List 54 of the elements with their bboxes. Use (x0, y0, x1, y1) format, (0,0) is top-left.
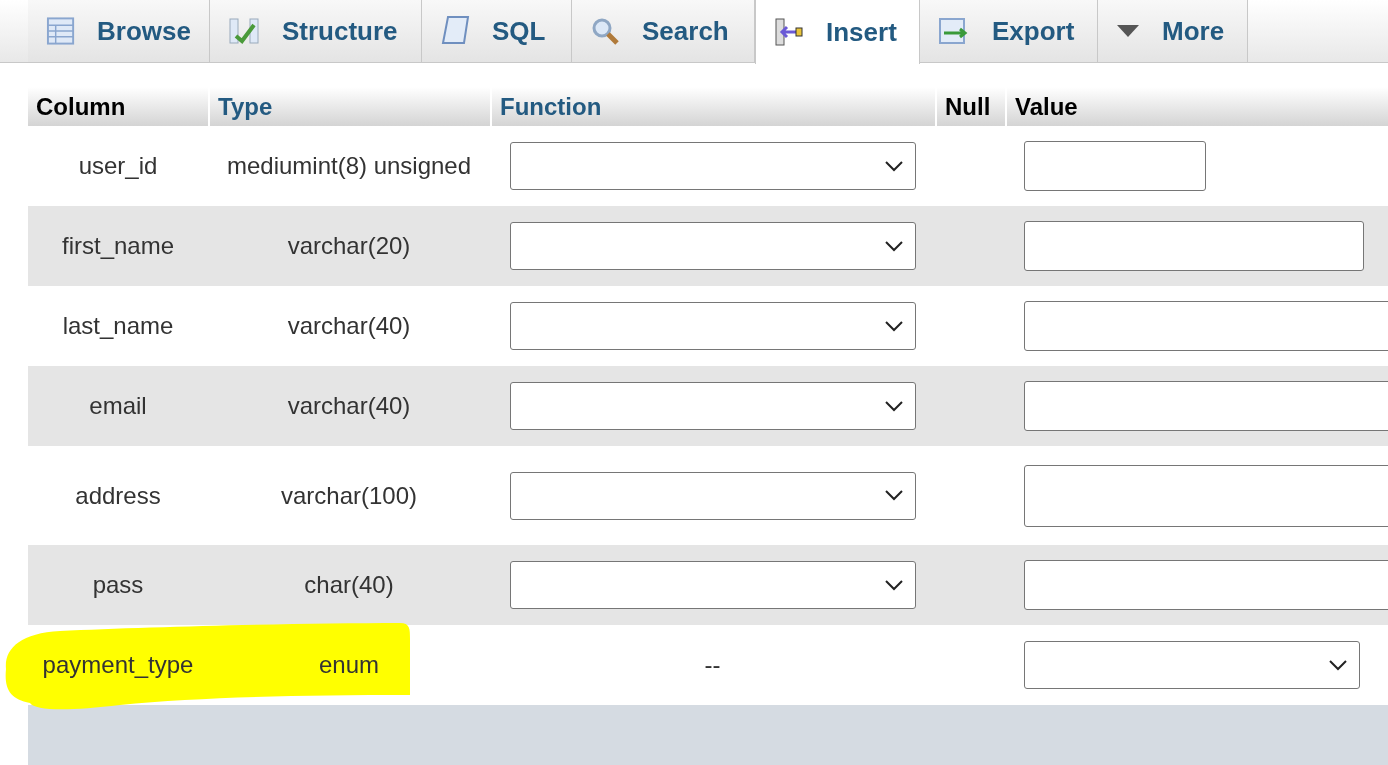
column-name: last_name (62, 312, 174, 340)
chevron-down-icon (885, 490, 903, 501)
table-icon (46, 16, 76, 46)
column-name: user_id (78, 152, 158, 180)
scroll-icon (440, 15, 470, 47)
column-name: pass (92, 571, 144, 599)
tab[interactable]: SQL (422, 0, 572, 63)
function-select[interactable] (510, 471, 916, 520)
chevron-down-icon (885, 240, 903, 252)
structure-icon (228, 16, 260, 46)
chevron-down-icon (885, 320, 903, 332)
column-name: first_name (61, 232, 174, 260)
function-select[interactable] (510, 222, 916, 270)
triangle-down-icon (1116, 24, 1140, 38)
chevron-down-icon (885, 400, 903, 412)
export-icon (938, 16, 970, 46)
column-type: varchar(100) (280, 481, 418, 510)
function-select[interactable] (510, 302, 916, 350)
chevron-down-icon (1329, 659, 1347, 671)
function-select[interactable] (510, 142, 916, 190)
value-input[interactable] (1024, 141, 1206, 191)
tab[interactable]: Search (572, 0, 755, 63)
tab[interactable]: Export (920, 0, 1098, 63)
column-name: address (75, 481, 161, 510)
value-input[interactable] (1024, 560, 1388, 610)
column-header: Column (36, 92, 126, 121)
function-text: -- (704, 651, 721, 679)
value-input[interactable] (1024, 221, 1364, 271)
function-select[interactable] (510, 382, 916, 430)
chevron-down-icon (885, 579, 903, 591)
column-type: varchar(40) (287, 392, 411, 420)
column-type: varchar(40) (287, 312, 411, 340)
search-icon (590, 16, 620, 46)
value-input[interactable] (1024, 381, 1388, 431)
tab[interactable]: Browse (28, 0, 210, 63)
sort-link[interactable]: Type (218, 92, 273, 121)
column-type: char(40) (304, 571, 394, 599)
column-name: payment_type (42, 651, 194, 679)
insert-icon (774, 17, 804, 47)
value-textarea[interactable] (1024, 464, 1388, 527)
value-input[interactable] (1024, 301, 1388, 351)
sort-link[interactable]: Function (500, 92, 602, 121)
function-select[interactable] (510, 561, 916, 609)
tab[interactable]: Insert (755, 0, 920, 64)
column-type: enum (318, 651, 379, 679)
column-header: Value (1015, 92, 1078, 121)
column-header: Null (945, 92, 991, 121)
value-select[interactable] (1024, 641, 1360, 689)
tab[interactable]: More (1098, 0, 1248, 63)
chevron-down-icon (885, 160, 903, 172)
tab[interactable]: Structure (210, 0, 422, 63)
column-name: email (89, 392, 147, 420)
column-type: varchar(20) (287, 232, 411, 260)
column-type: mediumint(8) unsigned (226, 152, 472, 180)
